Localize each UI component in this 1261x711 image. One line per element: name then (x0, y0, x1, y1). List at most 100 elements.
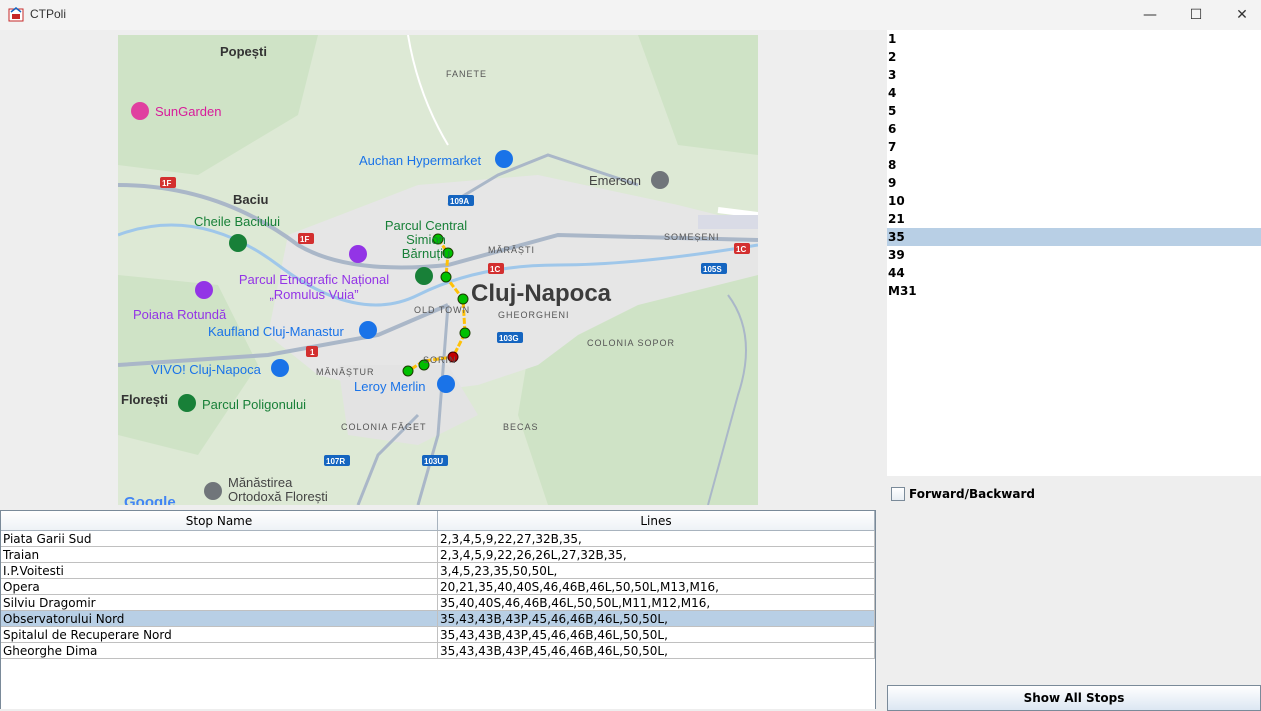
map-city-label: Cluj-Napoca (471, 280, 612, 307)
map-area-label: OLD TOWN (414, 305, 471, 315)
table-row[interactable]: Spitalul de Recuperare Nord 35,43,43B,43P… (1, 626, 875, 643)
road-label: 1C (490, 265, 500, 274)
close-button[interactable]: ✕ (1219, 0, 1261, 30)
map-area-label: GHEORGHENI (498, 310, 570, 320)
map-area-label: FANETE (446, 69, 488, 79)
stop-name-cell[interactable]: Observatorului Nord (1, 610, 438, 627)
poi-label[interactable]: Mănăstirea Ortodoxă Florești (228, 476, 338, 504)
lines-cell[interactable]: 35,43,43B,43P,45,46,46B,46L,50,50L, (437, 626, 875, 643)
road-label: 103G (499, 334, 519, 343)
table-row[interactable]: Observatorului Nord 35,43,43B,43P,45,46,4… (1, 610, 875, 627)
poi-label[interactable]: Parcul Poligonului (202, 397, 306, 412)
minimize-button[interactable]: — (1127, 0, 1173, 30)
route-list-item[interactable]: 6 (887, 120, 1261, 138)
lines-cell[interactable]: 2,3,4,5,9,22,27,32B,35, (437, 530, 875, 547)
poi-label[interactable]: Parcul Central Simion Bărnuțiu (381, 219, 471, 261)
route-list-item[interactable]: 10 (887, 192, 1261, 210)
table-row[interactable]: Traian 2,3,4,5,9,22,26,26L,27,32B,35, (1, 546, 875, 563)
poi-label[interactable]: VIVO! Cluj-Napoca (151, 362, 261, 377)
table-row[interactable]: Opera 20,21,35,40,40S,46,46B,46L,50,50L,M… (1, 578, 875, 595)
app-icon (8, 7, 24, 22)
route-list-item[interactable]: 2 (887, 48, 1261, 66)
camera-icon (131, 102, 149, 120)
route-list-item[interactable]: 1 (887, 30, 1261, 48)
map-area-label: COLONIA FĂGET (341, 422, 427, 432)
tree-icon (178, 394, 196, 412)
lines-cell[interactable]: 20,21,35,40,40S,46,46B,46L,50,50L,M13,M1… (437, 578, 875, 595)
route-list-item[interactable]: 9 (887, 174, 1261, 192)
route-list-item[interactable]: 8 (887, 156, 1261, 174)
column-header-lines[interactable]: Lines (437, 511, 875, 531)
column-header-stop-name[interactable]: Stop Name (1, 511, 438, 531)
lines-cell[interactable]: 3,4,5,23,35,50,50L, (437, 562, 875, 579)
minimize-icon: — (1143, 7, 1157, 23)
route-list[interactable]: 1 2 3 4 5 6 7 8 9 10 21 35 39 44 M31 (887, 30, 1261, 476)
table-row[interactable]: Silviu Dragomir 35,40,40S,46,46B,46L,50,5… (1, 594, 875, 611)
route-list-item[interactable]: 35 (887, 228, 1261, 246)
stop-name-cell[interactable]: Opera (1, 578, 438, 595)
stop-name-cell[interactable]: Gheorghe Dima (1, 642, 438, 659)
tree-icon (415, 267, 433, 285)
museum-icon (349, 245, 367, 263)
route-list-item[interactable]: 5 (887, 102, 1261, 120)
direction-toggle[interactable]: Forward/Backward (891, 486, 1035, 502)
table-row[interactable]: Gheorghe Dima 35,43,43B,43P,45,46,46B,46L… (1, 642, 875, 659)
map-town-label: Florești (121, 392, 168, 407)
show-all-stops-button[interactable]: Show All Stops (887, 685, 1261, 711)
table-row[interactable]: Piata Garii Sud 2,3,4,5,9,22,27,32B,35, (1, 530, 875, 547)
shopping-bag-icon (437, 375, 455, 393)
map-area-label: COLONIA SOPOR (587, 338, 676, 348)
map-area-label: MĂNĂȘTUR (316, 367, 375, 377)
road-label: 1C (736, 245, 746, 254)
route-list-item[interactable]: M31 (887, 282, 1261, 300)
poi-label[interactable]: Poiana Rotundă (133, 307, 226, 322)
road-label: 1 (310, 348, 315, 357)
lines-cell[interactable]: 35,40,40S,46,46B,46L,50,50L,M11,M12,M16, (437, 594, 875, 611)
route-list-item[interactable]: 4 (887, 84, 1261, 102)
map-area-label: BECAS (503, 422, 539, 432)
stop-name-cell[interactable]: Silviu Dragomir (1, 594, 438, 611)
route-list-item[interactable]: 7 (887, 138, 1261, 156)
route-list-item[interactable]: 3 (887, 66, 1261, 84)
shopping-cart-icon (359, 321, 377, 339)
poi-label[interactable]: Kaufland Cluj-Manastur (208, 324, 344, 339)
poi-label[interactable]: Leroy Merlin (354, 379, 426, 394)
map-area-label: SOMEȘENI (664, 232, 720, 242)
poi-label[interactable]: Emerson (589, 173, 641, 188)
close-icon: ✕ (1236, 7, 1248, 23)
map-area-label: SORIN (423, 355, 457, 365)
road-label: 109A (450, 197, 469, 206)
map-area-label: MĂRĂȘTI (488, 245, 536, 255)
poi-label[interactable]: SunGarden (155, 104, 222, 119)
window-title: CTPoli (30, 7, 67, 21)
route-map[interactable]: 1F 1F 109A 1C 1C 105S 103G 1 107R 103U P… (118, 35, 758, 505)
maximize-button[interactable]: ☐ (1173, 0, 1219, 30)
poi-label[interactable]: Cheile Baciului (194, 214, 280, 229)
poi-label[interactable]: Parcul Etnografic Național „Romulus Vuia… (234, 272, 394, 302)
church-icon (204, 482, 222, 500)
lines-cell[interactable]: 2,3,4,5,9,22,26,26L,27,32B,35, (437, 546, 875, 563)
stops-table[interactable]: Stop Name Lines Piata Garii Sud 2,3,4,5,9… (0, 510, 876, 709)
lines-cell[interactable]: 35,43,43B,43P,45,46,46B,46L,50,50L, (437, 642, 875, 659)
route-list-item[interactable]: 21 (887, 210, 1261, 228)
road-label: 1F (162, 179, 171, 188)
stop-name-cell[interactable]: I.P.Voitesti (1, 562, 438, 579)
map-town-label: Popești (220, 44, 267, 59)
table-row[interactable]: I.P.Voitesti 3,4,5,23,35,50,50L, (1, 562, 875, 579)
stop-name-cell[interactable]: Piata Garii Sud (1, 530, 438, 547)
title-bar: CTPoli — ☐ ✕ (0, 0, 1261, 30)
shopping-bag-icon (271, 359, 289, 377)
camera-icon (195, 281, 213, 299)
direction-checkbox[interactable] (891, 487, 905, 501)
stop-name-cell[interactable]: Traian (1, 546, 438, 563)
lines-cell[interactable]: 35,43,43B,43P,45,46,46B,46L,50,50L, (437, 610, 875, 627)
road-label: 103U (424, 457, 443, 466)
stop-name-cell[interactable]: Spitalul de Recuperare Nord (1, 626, 438, 643)
route-list-item[interactable]: 44 (887, 264, 1261, 282)
poi-label[interactable]: Auchan Hypermarket (359, 153, 481, 168)
google-logo: Google (124, 494, 176, 505)
road-label: 105S (703, 265, 722, 274)
table-header-row: Stop Name Lines (1, 511, 875, 531)
route-list-item[interactable]: 39 (887, 246, 1261, 264)
road-label: 107R (326, 457, 345, 466)
